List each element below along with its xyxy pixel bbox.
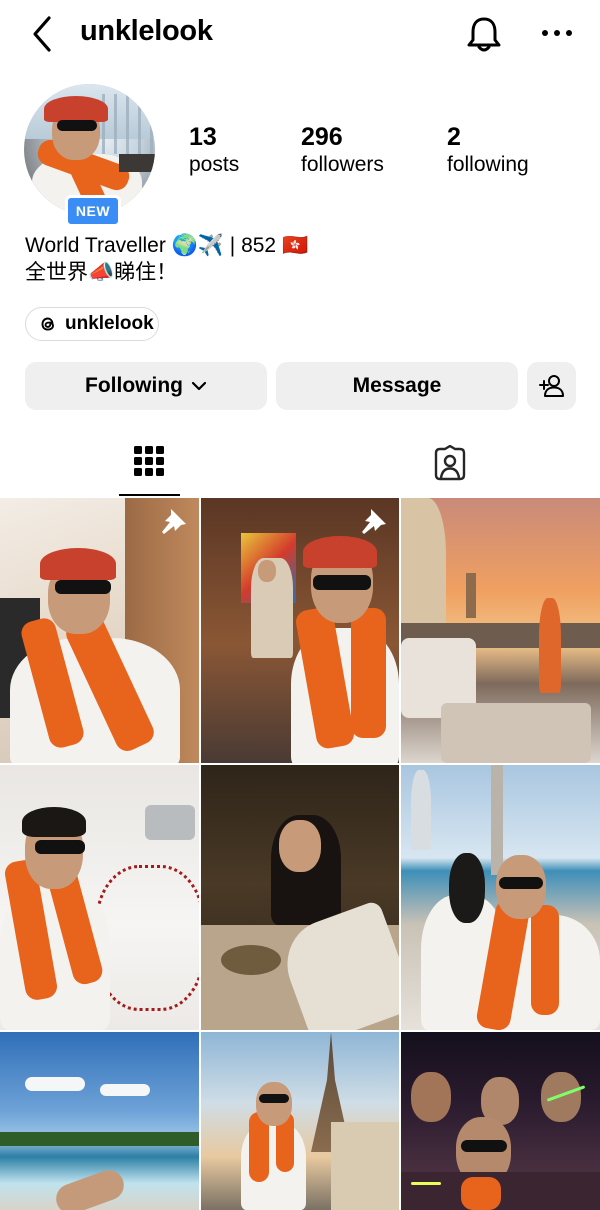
followers-stat[interactable]: 296 followers xyxy=(301,122,384,178)
following-stat[interactable]: 2 following xyxy=(447,122,529,178)
following-button[interactable]: Following xyxy=(25,362,267,410)
post-thumbnail[interactable] xyxy=(201,765,399,1030)
tagged-person-icon xyxy=(434,445,466,481)
threads-icon xyxy=(41,317,54,331)
post-thumbnail[interactable] xyxy=(401,765,600,1030)
followers-label: followers xyxy=(301,153,384,176)
post-thumbnail[interactable] xyxy=(0,498,199,763)
post-thumbnail[interactable] xyxy=(201,1032,399,1210)
active-tab-indicator xyxy=(119,494,180,496)
more-horizontal-icon[interactable] xyxy=(537,22,579,44)
bio-line-1: World Traveller 🌍✈️ | 852 🇭🇰 xyxy=(25,234,309,257)
threads-link[interactable]: unklelook xyxy=(25,307,159,341)
pinned-icon xyxy=(362,509,386,534)
following-button-label: Following xyxy=(85,374,183,397)
bell-icon[interactable] xyxy=(464,14,504,54)
add-person-icon xyxy=(538,375,564,397)
following-label: following xyxy=(447,153,529,176)
bio-line-2: 全世界📣睇住！ xyxy=(25,261,178,284)
followers-count: 296 xyxy=(301,123,343,151)
posts-count: 13 xyxy=(189,123,217,151)
post-thumbnail[interactable] xyxy=(201,498,399,763)
suggested-users-button[interactable] xyxy=(527,362,576,410)
post-thumbnail[interactable] xyxy=(401,498,600,763)
message-button-label: Message xyxy=(352,374,442,397)
threads-handle: unklelook xyxy=(65,313,154,334)
post-thumbnail[interactable] xyxy=(0,765,199,1030)
message-button[interactable]: Message xyxy=(276,362,518,410)
chevron-down-icon xyxy=(191,381,207,391)
profile-username-title: unklelook xyxy=(80,15,213,47)
post-thumbnail[interactable] xyxy=(401,1032,600,1210)
tab-tagged[interactable] xyxy=(425,441,475,485)
posts-stat[interactable]: 13 posts xyxy=(189,122,239,178)
following-count: 2 xyxy=(447,123,461,151)
tab-posts-grid[interactable] xyxy=(119,432,180,496)
grid-icon xyxy=(134,446,164,476)
pinned-icon xyxy=(162,509,186,534)
post-thumbnail[interactable] xyxy=(0,1032,199,1210)
chevron-left-icon[interactable] xyxy=(26,14,60,54)
new-badge: NEW xyxy=(65,195,121,227)
posts-label: posts xyxy=(189,153,240,176)
top-bar: unklelook xyxy=(0,0,600,68)
